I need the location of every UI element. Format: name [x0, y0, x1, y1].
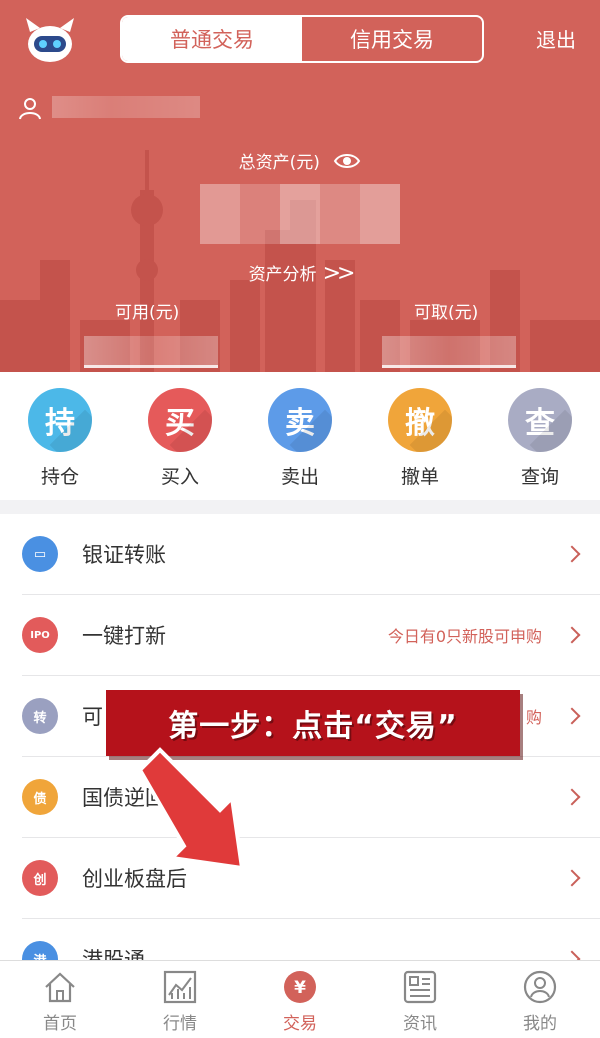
chevron-right-icon [563, 869, 581, 887]
chevron-right-icon [563, 545, 581, 563]
total-assets-label: 总资产(元) [0, 148, 600, 173]
menu-item-reverse-repo[interactable]: 债 国债逆回购 [22, 757, 600, 838]
eye-icon[interactable] [333, 152, 361, 170]
bond-icon: 债 [22, 779, 58, 815]
cancel-order-button[interactable]: 撤 撤单 [360, 372, 480, 500]
sell-icon: 卖 [268, 388, 332, 452]
menu-item-hk-connect[interactable]: 港 港股通 [22, 919, 600, 960]
query-button[interactable]: 查 查询 [480, 372, 600, 500]
menu-item-bank-transfer[interactable]: ▭ 银证转账 [22, 514, 600, 595]
masked-total-assets [200, 184, 400, 244]
withdrawable-label: 可取(元) [414, 303, 479, 323]
ipo-count-text: 今日有0只新股可申购 [387, 627, 542, 646]
chevron-right-icon [563, 626, 581, 644]
holdings-button[interactable]: 持 持仓 [0, 372, 120, 500]
convertible-extra-text: 购 [525, 708, 542, 727]
menu-item-ipo-subscribe[interactable]: IPO 一键打新 今日有0只新股可申购 [22, 595, 600, 676]
nav-news[interactable]: 资讯 [360, 961, 480, 1038]
buy-button[interactable]: 买 买入 [120, 372, 240, 500]
chevron-right-icon [563, 707, 581, 725]
quick-actions: 持 持仓 买 买入 卖 卖出 撤 撤单 查 查询 [0, 372, 600, 500]
account-header: 普通交易 信用交易 退出 总资产(元) 资产分析 >> 可用(元) 可取(元) [0, 0, 600, 372]
tutorial-arrow-icon [137, 747, 245, 871]
sell-button[interactable]: 卖 卖出 [240, 372, 360, 500]
menu-item-chinext-after-hours[interactable]: 创 创业板盘后 [22, 838, 600, 919]
trade-type-tabs: 普通交易 信用交易 [120, 15, 484, 63]
news-icon [403, 970, 437, 1004]
ipo-icon: IPO [22, 617, 58, 653]
profile-icon [523, 970, 557, 1004]
tab-credit-trading[interactable]: 信用交易 [302, 17, 482, 61]
home-icon [45, 972, 75, 1003]
nav-market[interactable]: 行情 [120, 961, 240, 1038]
holdings-icon: 持 [28, 388, 92, 452]
cancel-order-icon: 撤 [388, 388, 452, 452]
chevron-right-icon [563, 788, 581, 806]
masked-available-amount [84, 336, 218, 368]
svg-text:¥: ¥ [294, 978, 306, 998]
double-chevron-right-icon: >> [322, 261, 356, 286]
nav-home[interactable]: 首页 [0, 961, 120, 1038]
user-icon [19, 98, 41, 120]
chart-icon [163, 970, 197, 1004]
nav-profile[interactable]: 我的 [480, 961, 600, 1038]
nav-trade[interactable]: ¥ 交易 [240, 961, 360, 1038]
buy-icon: 买 [148, 388, 212, 452]
asset-analysis-link[interactable]: 资产分析 >> [0, 260, 600, 286]
bank-card-icon: ▭ [22, 536, 58, 572]
chevron-right-icon [563, 950, 581, 960]
bottom-navigation: 首页 行情 ¥ 交易 资讯 我的 [0, 960, 600, 1038]
hk-connect-icon: 港 [22, 941, 58, 960]
query-icon: 查 [508, 388, 572, 452]
masked-account-name [52, 96, 200, 118]
tab-normal-trading[interactable]: 普通交易 [122, 17, 302, 61]
convert-icon: 转 [22, 698, 58, 734]
chinext-icon: 创 [22, 860, 58, 896]
available-label: 可用(元) [115, 303, 180, 323]
robot-mascot-logo [26, 18, 74, 62]
yuan-icon: ¥ [284, 971, 316, 1003]
logout-button[interactable]: 退出 [536, 24, 576, 53]
masked-withdrawable-amount [382, 336, 516, 368]
